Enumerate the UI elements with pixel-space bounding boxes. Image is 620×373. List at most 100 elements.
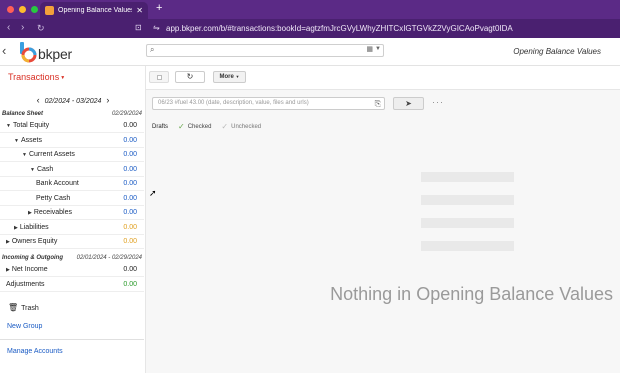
close-window-button[interactable] xyxy=(7,6,14,13)
transactions-menu-label: Transactions xyxy=(8,72,60,82)
chevron-down-icon: ▼ xyxy=(235,74,240,79)
browser-titlebar: Opening Balance Values – Tra ✕ + xyxy=(0,0,620,19)
expand-icon[interactable]: ▶ xyxy=(28,210,32,216)
account-name: Petty Cash xyxy=(36,195,70,202)
trash-link[interactable]: 🗑 Trash xyxy=(8,303,39,312)
new-tab-button[interactable]: + xyxy=(156,2,162,14)
account-name: ▶ Liabilities xyxy=(14,224,49,231)
forward-icon[interactable]: › xyxy=(21,22,24,33)
period-selector: ‹ 02/2024 - 03/2024 › xyxy=(0,95,146,105)
check-icon: ✓ xyxy=(178,122,185,131)
collapse-icon[interactable]: ▼ xyxy=(6,123,11,129)
account-name: ▼ Total Equity xyxy=(6,122,49,129)
book-title: Opening Balance Values xyxy=(513,47,601,56)
previous-period-icon[interactable]: ‹ xyxy=(37,95,40,105)
collapse-icon[interactable]: ▼ xyxy=(14,138,19,144)
account-row[interactable]: ▼ Total Equity 0.00 xyxy=(0,119,144,133)
transactions-toolbar: ↻ More ▼ xyxy=(146,66,620,90)
account-row[interactable]: ▶ Net Income 0.00 xyxy=(0,263,144,277)
next-period-icon[interactable]: › xyxy=(106,95,109,105)
account-balance: 0.00 xyxy=(123,136,137,144)
account-label: Total Equity xyxy=(12,122,50,129)
browser-tab[interactable]: Opening Balance Values – Tra ✕ xyxy=(40,2,148,19)
url-text[interactable]: app.bkper.com/b/#transactions:bookId=agt… xyxy=(166,24,513,33)
chevron-down-icon[interactable]: ▼ xyxy=(375,46,381,52)
collapse-icon[interactable]: ▼ xyxy=(30,167,35,173)
account-row[interactable]: ▼ Cash 0.00 xyxy=(0,163,144,177)
account-name: ▶ Receivables xyxy=(28,209,72,216)
close-tab-icon[interactable]: ✕ xyxy=(136,6,143,15)
account-balance: 0.00 xyxy=(123,122,137,129)
send-button[interactable]: ➤ xyxy=(393,97,424,110)
bookmark-icon[interactable]: ⊡ xyxy=(135,23,142,32)
account-balance: 0.00 xyxy=(123,165,137,173)
maximize-window-button[interactable] xyxy=(31,6,38,13)
new-group-link[interactable]: New Group xyxy=(7,323,42,330)
transaction-filters: Drafts ✓ Checked ✓ Unchecked xyxy=(152,122,261,131)
drafts-filter[interactable]: Drafts xyxy=(152,124,168,130)
calendar-icon[interactable]: ▦ xyxy=(366,45,373,53)
account-row[interactable]: ▶ Receivables 0.00 xyxy=(0,206,144,220)
search-input[interactable]: ⌕ ▦ ▼ xyxy=(146,44,384,57)
refresh-button[interactable]: ↻ xyxy=(175,71,205,83)
account-balance: 0.00 xyxy=(123,266,137,273)
account-row[interactable]: ▼ Assets 0.00 xyxy=(0,134,144,148)
account-label: Bank Account xyxy=(36,180,79,187)
account-row[interactable]: ▶ Owners Equity 0.00 xyxy=(0,235,144,249)
collapse-icon[interactable]: ▼ xyxy=(22,152,27,158)
account-row[interactable]: ▶ Liabilities 0.00 xyxy=(0,221,144,235)
transactions-menu[interactable]: Transactions▼ xyxy=(8,72,65,82)
expand-icon[interactable]: ▶ xyxy=(6,267,10,273)
account-name: Adjustments xyxy=(6,281,45,288)
placeholder-line xyxy=(421,218,514,228)
more-button[interactable]: More ▼ xyxy=(213,71,246,83)
empty-state-message: Nothing in Opening Balance Values xyxy=(330,284,613,304)
brand-name: bkper xyxy=(38,46,73,62)
account-label: Assets xyxy=(20,136,42,144)
expand-icon[interactable]: ▶ xyxy=(14,225,18,231)
incoming-outgoing-date: 02/01/2024 - 02/29/2024 xyxy=(76,255,142,261)
search-icon: ⌕ xyxy=(150,45,155,54)
checkbox-icon xyxy=(157,75,162,80)
site-info-icon[interactable]: ⇋ xyxy=(153,23,160,32)
check-outline-icon: ✓ xyxy=(221,122,229,131)
attachment-icon[interactable]: ⎘ xyxy=(375,99,381,109)
app-header: ‹ bkper ⌕ ▦ ▼ Opening Balance Values xyxy=(0,38,620,66)
account-label: Receivables xyxy=(33,209,72,216)
unchecked-filter[interactable]: ✓ Unchecked xyxy=(221,122,261,131)
back-to-books-icon[interactable]: ‹ xyxy=(2,43,6,58)
account-label: Liabilities xyxy=(19,223,49,231)
period-label[interactable]: 02/2024 - 03/2024 xyxy=(45,98,102,105)
checked-filter[interactable]: ✓ Checked xyxy=(178,122,211,131)
refresh-icon: ↻ xyxy=(186,72,194,81)
minimize-window-button[interactable] xyxy=(19,6,26,13)
window-controls xyxy=(7,6,38,13)
mouse-cursor-icon: ➚ xyxy=(149,188,157,198)
placeholder-line xyxy=(421,195,514,205)
account-balance: 0.00 xyxy=(123,238,137,245)
incoming-outgoing-title: Incoming & Outgoing xyxy=(2,255,63,261)
tab-title: Opening Balance Values – Tra xyxy=(58,7,132,14)
account-row[interactable]: Adjustments 0.00 xyxy=(0,278,144,292)
caret-down-icon: ▼ xyxy=(60,74,66,81)
account-balance: 0.00 xyxy=(123,194,137,202)
balance-sheet-title: Balance Sheet xyxy=(2,111,44,117)
unchecked-filter-label: Unchecked xyxy=(231,123,262,130)
account-row[interactable]: Bank Account 0.00 xyxy=(0,177,144,191)
manage-accounts-link[interactable]: Manage Accounts xyxy=(7,348,63,355)
account-name: ▼ Assets xyxy=(14,137,42,144)
entry-placeholder: 06/23 #fuel 43.00 (date, description, va… xyxy=(158,100,309,106)
select-all-checkbox[interactable] xyxy=(149,71,169,83)
account-row[interactable]: Petty Cash 0.00 xyxy=(0,192,144,206)
reload-icon[interactable]: ↻ xyxy=(37,23,45,34)
balance-sheet-date: 02/29/2024 xyxy=(111,111,142,117)
bkper-logo-icon[interactable] xyxy=(18,41,38,63)
account-name: Bank Account xyxy=(36,180,79,187)
account-row[interactable]: ▼ Current Assets 0.00 xyxy=(0,148,144,162)
transaction-entry-input[interactable]: 06/23 #fuel 43.00 (date, description, va… xyxy=(152,97,385,110)
checked-filter-label: Checked xyxy=(187,123,212,130)
back-icon[interactable]: ‹ xyxy=(7,22,10,33)
expand-icon[interactable]: ▶ xyxy=(6,239,10,245)
send-icon: ➤ xyxy=(405,99,412,108)
more-options-icon[interactable]: ··· xyxy=(432,97,444,107)
